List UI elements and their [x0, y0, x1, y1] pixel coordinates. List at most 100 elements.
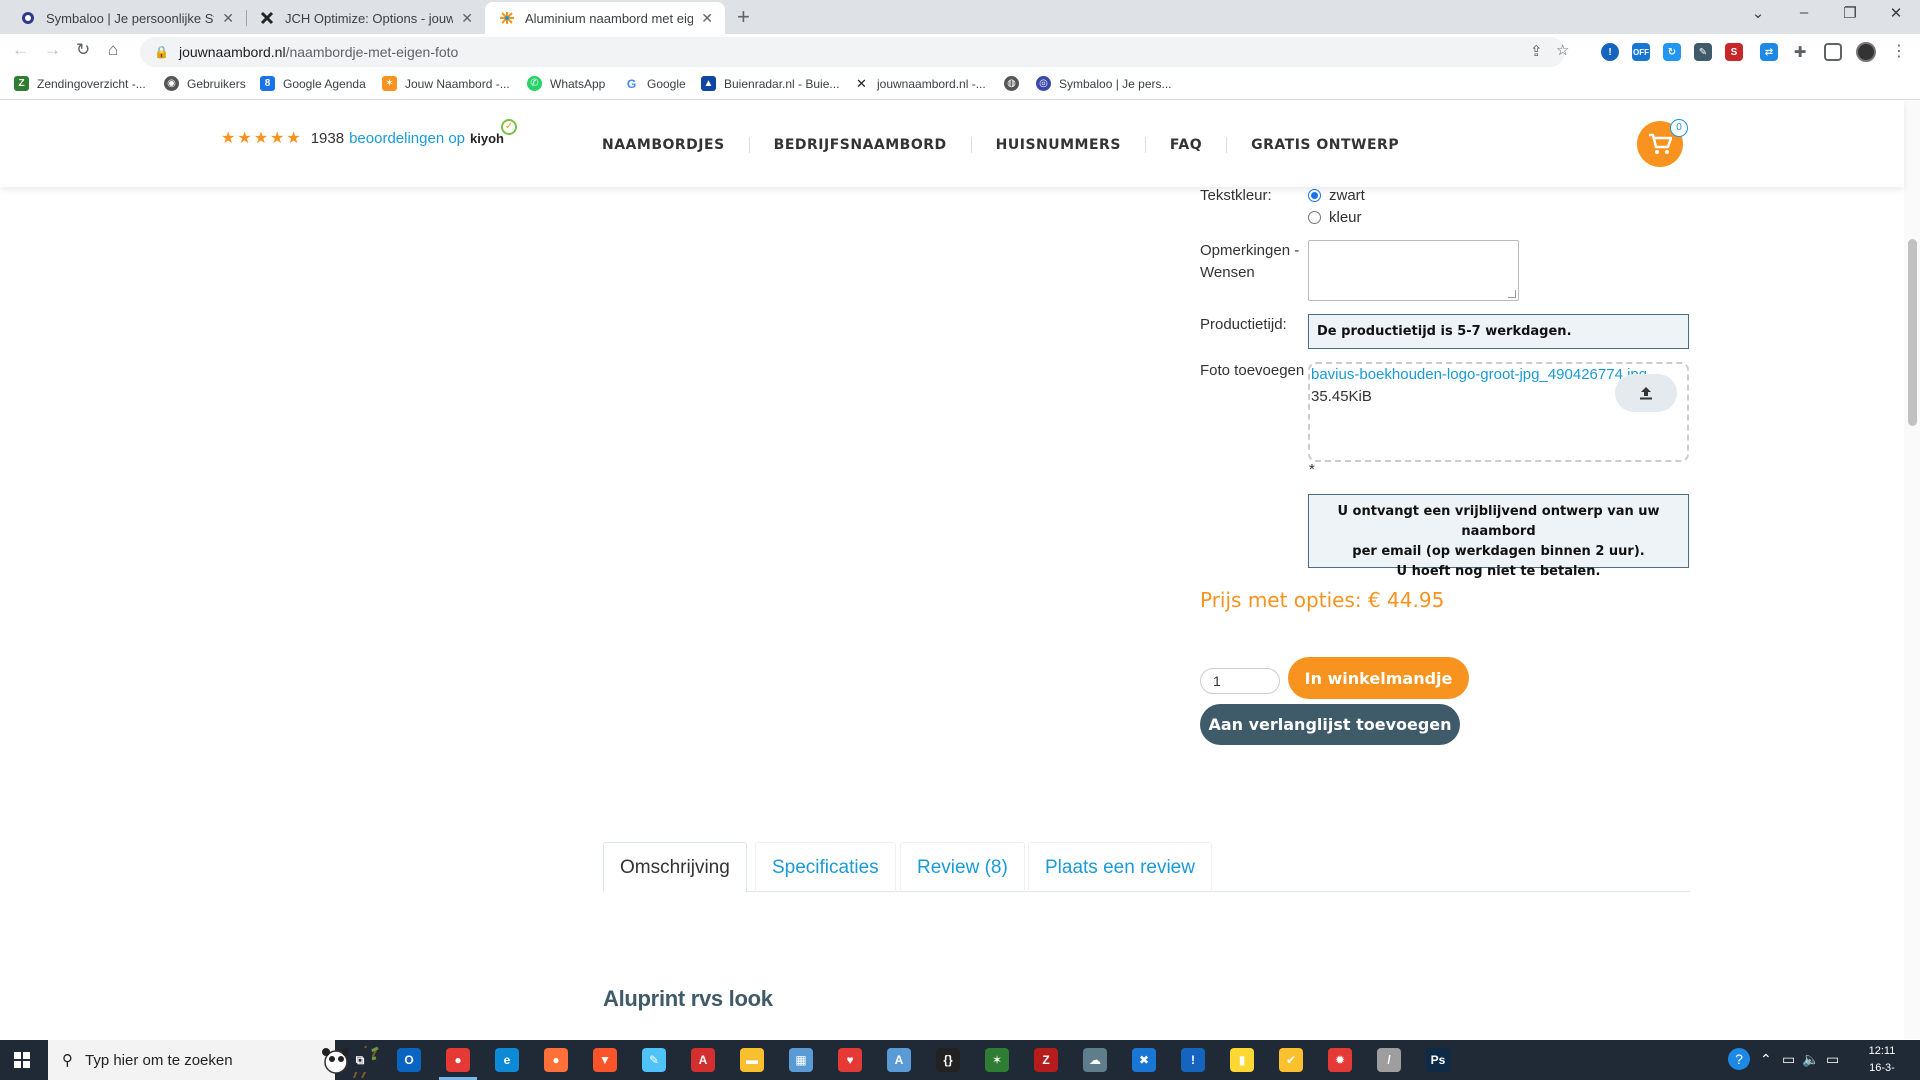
bookmark-label: WhatsApp	[550, 76, 606, 91]
browser-tab-jch-optimize[interactable]: JCH Optimize: Options - jouwnaa ✕	[245, 2, 485, 34]
firefox-icon[interactable]: ●	[544, 1048, 568, 1072]
notepad-icon[interactable]: ✎	[642, 1048, 666, 1072]
restore-button[interactable]: ❐	[1827, 4, 1873, 22]
ruler-app-icon[interactable]: /	[1377, 1048, 1401, 1072]
taskbar-search-box[interactable]: ⚲ Typ hier om te zoeken	[48, 1040, 379, 1080]
coupon-extension-icon[interactable]: OFF	[1632, 43, 1650, 61]
nav-item-bedrijfsnaambord[interactable]: BEDRIJFSNAAMBORD	[750, 137, 972, 153]
tab-omschrijving[interactable]: Omschrijving	[603, 842, 747, 893]
bookmark-item[interactable]: G Google	[624, 76, 686, 91]
bookmark-item[interactable]: 8 Google Agenda	[260, 76, 366, 91]
bookmark-item[interactable]: ◉ Gebruikers	[164, 76, 246, 91]
bookmark-label: Google	[647, 76, 686, 91]
scrollbar-thumb[interactable]	[1908, 239, 1917, 426]
speaker-icon[interactable]: 🔈	[1802, 1051, 1819, 1068]
tab-plaats-een-review[interactable]: Plaats een review	[1028, 842, 1212, 892]
cloud-app-icon[interactable]: ☁	[1083, 1048, 1107, 1072]
bookmark-item[interactable]: ▲ Buienradar.nl - Buie...	[701, 76, 839, 91]
uploaded-file-link[interactable]: bavius-boekhouden-logo-groot-jpg_4904267…	[1311, 366, 1651, 383]
upload-button[interactable]	[1615, 374, 1677, 412]
add-to-cart-button[interactable]: In winkelmandje	[1288, 657, 1469, 699]
hearts-icon[interactable]: ♥	[838, 1048, 862, 1072]
tab-extension-icon[interactable]: ↻	[1663, 43, 1681, 61]
app-circle-icon[interactable]: A	[887, 1048, 911, 1072]
remarks-textarea[interactable]	[1308, 240, 1519, 301]
tab-specificaties[interactable]: Specificaties	[755, 842, 896, 892]
minimize-button[interactable]: –	[1781, 4, 1827, 21]
tab-close-icon[interactable]: ✕	[461, 10, 473, 27]
radio-option-zwart[interactable]: zwart	[1308, 187, 1365, 204]
chrome-menu-icon[interactable]: ⋮	[1891, 41, 1907, 61]
radio-button[interactable]	[1308, 189, 1321, 202]
file-explorer-icon[interactable]: ▬	[740, 1048, 764, 1072]
translate-extension-icon[interactable]: ⇄	[1760, 43, 1778, 61]
browser-tab-symbaloo[interactable]: Symbaloo | Je persoonlijke Startp ✕	[6, 2, 246, 34]
page-scrollbar[interactable]	[1904, 101, 1920, 1039]
photo-upload-dropzone[interactable]: bavius-boekhouden-logo-groot-jpg_4904267…	[1308, 362, 1689, 462]
address-bar[interactable]: 🔒 jouwnaambord.nl/naambordje-met-eigen-f…	[140, 37, 1569, 67]
chrome-icon[interactable]: ●	[446, 1048, 470, 1072]
bookmark-item[interactable]: ◎ Symbaloo | Je pers...	[1036, 76, 1172, 91]
photoshop-icon[interactable]: Ps	[1426, 1048, 1450, 1072]
radio-button[interactable]	[1308, 211, 1321, 224]
home-icon[interactable]: ⌂	[108, 40, 118, 60]
tab-review[interactable]: Review (8)	[900, 842, 1025, 892]
code-editor-icon[interactable]: {}	[936, 1048, 960, 1072]
nav-item-huisnummers[interactable]: HUISNUMMERS	[972, 137, 1146, 153]
bookmark-item[interactable]: ✆ WhatsApp	[527, 76, 605, 91]
color-picker-extension-icon[interactable]: ✎	[1694, 43, 1712, 61]
nav-item-gratis-ontwerp[interactable]: GRATIS ONTWERP	[1227, 137, 1423, 153]
side-panel-icon[interactable]	[1824, 43, 1842, 61]
design-notice-line: U ontvangt een vrijblijvend ontwerp van …	[1337, 504, 1660, 539]
norton-icon[interactable]: ✔	[1279, 1048, 1303, 1072]
nav-item-faq[interactable]: FAQ	[1146, 137, 1228, 153]
new-tab-button[interactable]: +	[737, 4, 750, 30]
browser-tab-aluminium-naambord[interactable]: Aluminium naambord met eigen ✕	[485, 2, 725, 34]
close-window-button[interactable]: ✕	[1873, 4, 1919, 22]
rating-link[interactable]: beoordelingen op	[349, 130, 465, 147]
password-extension-icon[interactable]: !	[1601, 43, 1619, 61]
radio-option-kleur[interactable]: kleur	[1308, 209, 1362, 226]
windows-start-icon[interactable]	[14, 1052, 30, 1068]
bookmark-item[interactable]: ✕ jouwnaambord.nl -...	[854, 76, 986, 91]
chevron-up-icon[interactable]: ⌃	[1760, 1051, 1772, 1068]
tab-search-button[interactable]: ⌄	[1735, 4, 1781, 22]
forward-arrow-icon[interactable]: →	[44, 40, 61, 60]
edge-icon[interactable]: e	[495, 1048, 519, 1072]
taskbar-clock[interactable]: 12:11 16-3-2023	[1860, 1043, 1904, 1080]
jouwnaambord-app-icon[interactable]: ✶	[985, 1048, 1009, 1072]
extensions-puzzle-icon[interactable]: ✚	[1791, 43, 1809, 61]
reload-icon[interactable]: ↻	[76, 40, 90, 60]
outlook-icon[interactable]: O	[397, 1048, 421, 1072]
profile-avatar[interactable]	[1856, 42, 1876, 62]
bookmark-item[interactable]: ◍	[1004, 76, 1027, 91]
acrobat-icon[interactable]: A	[691, 1048, 715, 1072]
sticky-notes-icon[interactable]: ▮	[1230, 1048, 1254, 1072]
calculator-icon[interactable]: ▦	[789, 1048, 813, 1072]
filezilla-icon[interactable]: Z	[1034, 1048, 1058, 1072]
add-to-wishlist-button[interactable]: Aan verlanglijst toevoegen	[1200, 704, 1460, 745]
back-arrow-icon[interactable]: ←	[12, 40, 29, 60]
price-with-options: Prijs met opties: € 44.95	[1200, 588, 1445, 612]
tab-close-icon[interactable]: ✕	[701, 10, 713, 27]
password-manager-icon[interactable]: !	[1181, 1048, 1205, 1072]
s-extension-icon[interactable]: S	[1725, 43, 1743, 61]
search-icon: ⚲	[62, 1052, 73, 1069]
nav-item-naambordjes[interactable]: NAAMBORDJES	[578, 137, 750, 153]
battery-icon[interactable]: ▭	[1782, 1051, 1795, 1068]
quantity-input[interactable]: 1	[1200, 668, 1280, 694]
share-icon[interactable]: ⇪	[1530, 42, 1543, 60]
bookmark-item[interactable]: Z Zendingoverzicht -...	[14, 76, 146, 91]
task-view-icon[interactable]: ⧉	[348, 1048, 372, 1072]
app-cross-icon[interactable]: ✖	[1132, 1048, 1156, 1072]
help-icon[interactable]: ?	[1728, 1048, 1750, 1070]
torch-app-icon[interactable]: ✹	[1328, 1048, 1352, 1072]
brave-icon[interactable]: ▼	[593, 1048, 617, 1072]
tab-close-icon[interactable]: ✕	[222, 10, 234, 27]
kiyoh-check-icon: ✓	[501, 118, 518, 135]
bookmark-item[interactable]: ✶ Jouw Naambord -...	[382, 76, 510, 91]
network-icon[interactable]: ▭	[1826, 1051, 1839, 1068]
kiyoh-rating[interactable]: ★★★★★ 1938 beoordelingen op kiyoh ✓	[221, 118, 518, 148]
browser-tab-strip: Symbaloo | Je persoonlijke Startp ✕ JCH …	[0, 0, 1920, 34]
bookmark-star-icon[interactable]: ☆	[1556, 41, 1569, 59]
